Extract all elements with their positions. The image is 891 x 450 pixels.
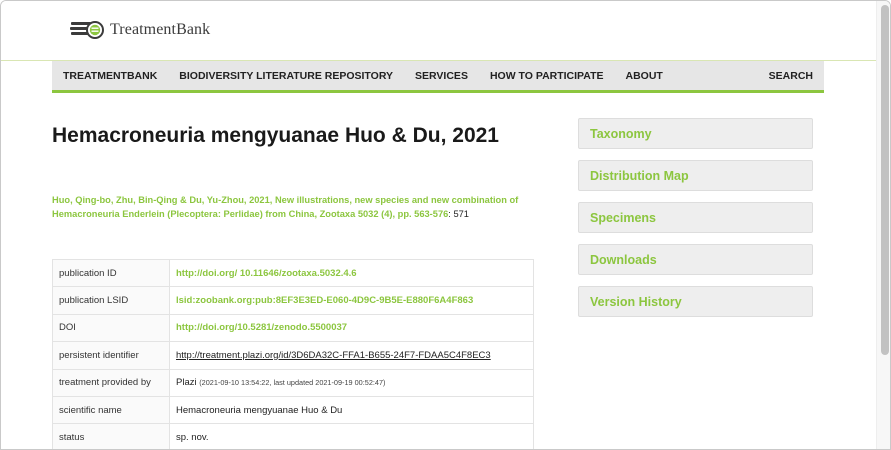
scrollbar-thumb[interactable] bbox=[881, 5, 889, 355]
specimens-button[interactable]: Specimens bbox=[578, 202, 813, 233]
detail-key: DOI bbox=[52, 313, 170, 343]
detail-value: lsid:zoobank.org:pub:8EF3E3ED-E060-4D9C-… bbox=[169, 286, 534, 315]
nav-item-treatmentbank[interactable]: TREATMENTBANK bbox=[52, 61, 168, 90]
table-row: DOI http://doi.org/10.5281/zenodo.550003… bbox=[52, 313, 534, 343]
publication-lsid-link[interactable]: lsid:zoobank.org:pub:8EF3E3ED-E060-4D9C-… bbox=[176, 295, 473, 306]
publication-id-link[interactable]: http://doi.org/ 10.11646/zootaxa.5032.4.… bbox=[176, 268, 357, 279]
vertical-scrollbar[interactable] bbox=[876, 1, 890, 449]
persistent-identifier-link[interactable]: http://treatment.plazi.org/id/3D6DA32C-F… bbox=[176, 350, 491, 361]
taxonomy-button[interactable]: Taxonomy bbox=[578, 118, 813, 149]
table-row: scientific name Hemacroneuria mengyuanae… bbox=[52, 395, 534, 425]
table-row: persistent identifier http://treatment.p… bbox=[52, 341, 534, 370]
detail-key: publication LSID bbox=[52, 286, 170, 315]
distribution-map-button[interactable]: Distribution Map bbox=[578, 160, 813, 191]
detail-key: status bbox=[52, 423, 170, 449]
nav-item-biodiversity-literature-repository[interactable]: BIODIVERSITY LITERATURE REPOSITORY bbox=[168, 61, 404, 90]
provider-name: Plazi bbox=[176, 377, 197, 389]
main-navigation: TREATMENTBANK BIODIVERSITY LITERATURE RE… bbox=[52, 61, 824, 93]
detail-value: http://doi.org/10.5281/zenodo.5500037 bbox=[169, 313, 534, 343]
nav-item-about[interactable]: ABOUT bbox=[615, 61, 674, 90]
detail-key: publication ID bbox=[52, 258, 170, 288]
table-row: status sp. nov. bbox=[52, 423, 534, 449]
nav-item-search[interactable]: SEARCH bbox=[758, 61, 824, 90]
detail-value: http://treatment.plazi.org/id/3D6DA32C-F… bbox=[169, 341, 534, 370]
nav-item-services[interactable]: SERVICES bbox=[404, 61, 479, 90]
detail-key: scientific name bbox=[52, 395, 170, 425]
version-history-button[interactable]: Version History bbox=[578, 286, 813, 317]
citation: Huo, Qing-bo, Zhu, Bin-Qing & Du, Yu-Zho… bbox=[52, 194, 542, 221]
provider-timestamps: (2021-09-10 13:54:22, last updated 2021-… bbox=[199, 378, 386, 388]
table-row: treatment provided by Plazi (2021-09-10 … bbox=[52, 368, 534, 397]
detail-value: sp. nov. bbox=[169, 423, 534, 449]
table-row: publication ID http://doi.org/ 10.11646/… bbox=[52, 258, 534, 288]
nav-item-how-to-participate[interactable]: HOW TO PARTICIPATE bbox=[479, 61, 615, 90]
page-title: Hemacroneuria mengyuanae Huo & Du, 2021 bbox=[52, 124, 499, 147]
site-name: TreatmentBank bbox=[110, 21, 211, 38]
site-header: TreatmentBank bbox=[1, 1, 876, 61]
detail-value: Plazi (2021-09-10 13:54:22, last updated… bbox=[169, 368, 534, 397]
detail-key: treatment provided by bbox=[52, 368, 170, 397]
downloads-button[interactable]: Downloads bbox=[578, 244, 813, 275]
detail-value: http://doi.org/ 10.11646/zootaxa.5032.4.… bbox=[169, 258, 534, 288]
browser-window: TreatmentBank TREATMENTBANK BIODIVERSITY… bbox=[0, 0, 891, 450]
table-row: publication LSID lsid:zoobank.org:pub:8E… bbox=[52, 286, 534, 315]
treatmentbank-logo-icon bbox=[70, 21, 104, 39]
site-logo[interactable]: TreatmentBank bbox=[70, 19, 210, 41]
doi-link[interactable]: http://doi.org/10.5281/zenodo.5500037 bbox=[176, 322, 347, 333]
detail-value: Hemacroneuria mengyuanae Huo & Du bbox=[169, 395, 534, 425]
sidebar: Taxonomy Distribution Map Specimens Down… bbox=[578, 118, 813, 328]
detail-key: persistent identifier bbox=[52, 341, 170, 370]
citation-page: : 571 bbox=[448, 208, 469, 219]
treatment-details-table: publication ID http://doi.org/ 10.11646/… bbox=[52, 258, 534, 449]
